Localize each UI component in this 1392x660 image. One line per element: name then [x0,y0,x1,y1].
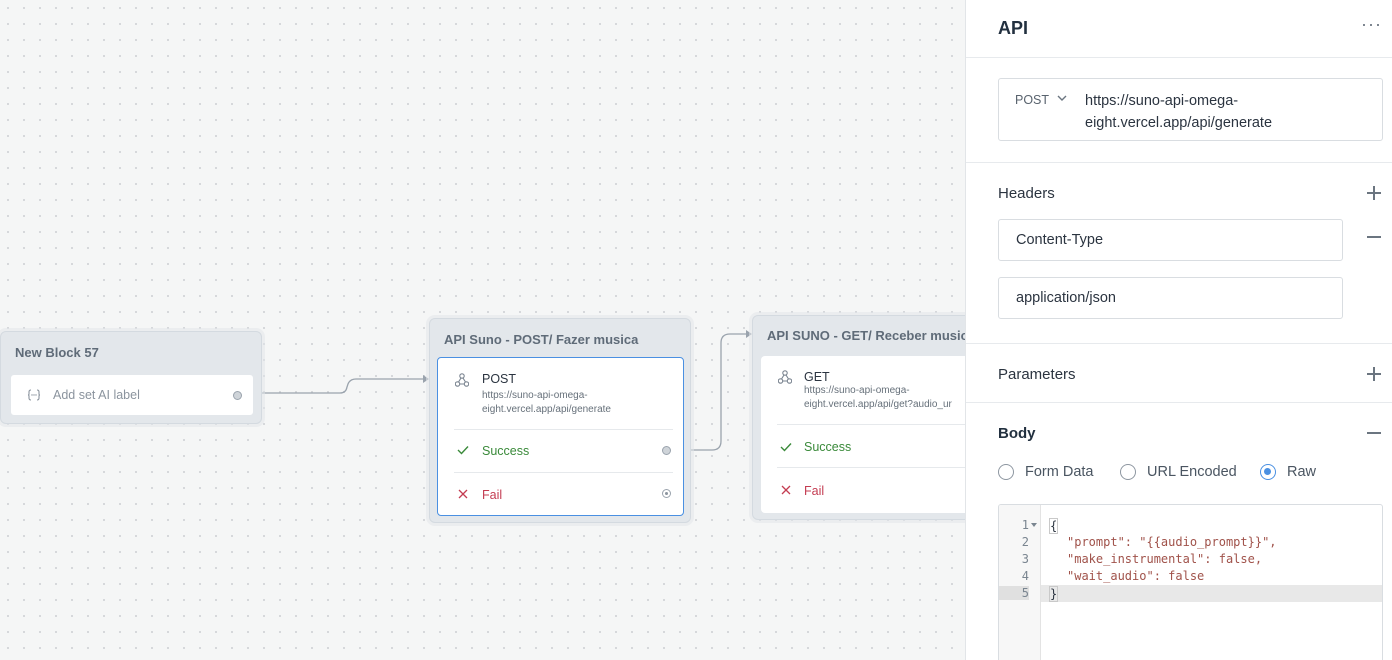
divider [777,467,965,468]
radio-button-selected[interactable] [1260,464,1276,480]
connection-block1-to-block2 [254,378,428,394]
url-line1: https://suno-api-omega- [1085,93,1239,109]
fail-label: Fail [804,484,825,498]
success-label: Success [482,444,530,458]
body-title: Body [998,425,1036,442]
request-url-box: POST https://suno-api-omega- eight.verce… [998,78,1383,141]
x-icon [458,489,468,499]
check-icon [780,443,792,452]
request-method: GET [804,370,830,384]
add-header-icon[interactable] [1366,185,1382,201]
fail-port[interactable] [662,489,671,498]
divider [454,429,673,430]
api-request-item[interactable]: POST https://suno-api-omega- eight.verce… [437,357,684,516]
divider [966,402,1392,403]
line-number: 2 [1021,535,1029,549]
parameters-title: Parameters [998,366,1076,383]
url-line2: eight.vercel.app/api/generate [1085,115,1273,131]
fail-label: Fail [482,488,503,502]
fold-arrow-icon[interactable] [1031,523,1037,527]
webhook-icon [455,373,469,387]
flow-block-new-block-57[interactable]: New Block 57 Add set AI label [0,331,262,424]
api-settings-panel: API ··· POST https://suno-api-omega- eig… [965,0,1392,660]
webhook-icon [778,370,792,384]
divider [454,472,673,473]
variable-braces-icon [27,389,41,401]
check-icon [457,446,469,455]
request-url-line2: eight.vercel.app/api/get?audio_ur [804,399,952,410]
divider [966,162,1392,163]
chevron-down-icon[interactable] [1057,95,1067,102]
code-line: "make_instrumental": false, [1067,552,1263,566]
headers-title: Headers [998,185,1055,202]
divider [777,424,965,425]
code-line: { [1049,518,1059,534]
radio-raw[interactable]: Raw [1260,462,1316,482]
request-url-line1: https://suno-api-omega- [482,390,588,401]
block-title: New Block 57 [15,345,99,360]
radio-label: Form Data [1025,464,1094,480]
add-parameter-icon[interactable] [1366,366,1382,382]
flow-block-api-suno-post[interactable]: API Suno - POST/ Fazer musica POST https… [429,318,691,523]
code-line: } [1049,586,1059,602]
radio-button[interactable] [1120,464,1136,480]
url-input[interactable]: https://suno-api-omega- eight.vercel.app… [1085,90,1345,134]
panel-title: API [998,18,1029,38]
request-url-line2: eight.vercel.app/api/generate [482,404,611,415]
radio-label: Raw [1287,464,1317,480]
radio-form-data[interactable]: Form Data [998,462,1094,482]
output-port[interactable] [233,391,242,400]
line-number: 4 [1021,569,1029,583]
request-method: POST [482,372,517,386]
header-key-input[interactable]: Content-Type [998,219,1343,261]
x-icon [781,485,791,495]
api-request-item[interactable]: GET https://suno-api-omega- eight.vercel… [761,356,965,513]
connection-block2-to-block3 [684,333,751,451]
divider [966,343,1392,344]
request-url-line1: https://suno-api-omega- [804,385,910,396]
flow-block-api-suno-get[interactable]: API SUNO - GET/ Receber musica GET https… [752,315,965,520]
success-label: Success [804,440,852,454]
flow-canvas[interactable]: New Block 57 Add set AI label API Suno -… [0,0,965,660]
method-select[interactable]: POST [1015,93,1049,107]
divider [966,57,1392,58]
header-value-input[interactable]: application/json [998,277,1343,319]
radio-url-encoded[interactable]: URL Encoded [1120,462,1237,482]
block-title: API Suno - POST/ Fazer musica [444,332,639,347]
item-label: Add set AI label [53,388,140,402]
remove-header-icon[interactable] [1366,229,1382,245]
collapse-body-icon[interactable] [1366,425,1382,441]
more-options-icon[interactable]: ··· [1361,14,1382,35]
line-number: 3 [1021,552,1029,566]
line-number: 5 [999,586,1029,600]
success-port[interactable] [662,446,671,455]
line-number: 1 [1021,518,1029,532]
body-code-editor[interactable]: 1 2 3 4 5 { "prompt": "{{audio_prompt}}"… [998,504,1383,660]
radio-label: URL Encoded [1147,464,1237,480]
radio-button[interactable] [998,464,1014,480]
code-line: "wait_audio": false [1067,569,1205,583]
block-title: API SUNO - GET/ Receber musica [767,328,965,343]
line-gutter: 1 2 3 4 5 [999,505,1041,660]
set-ai-label-item[interactable]: Add set AI label [10,374,254,416]
code-line: "prompt": "{{audio_prompt}}", [1067,535,1277,549]
